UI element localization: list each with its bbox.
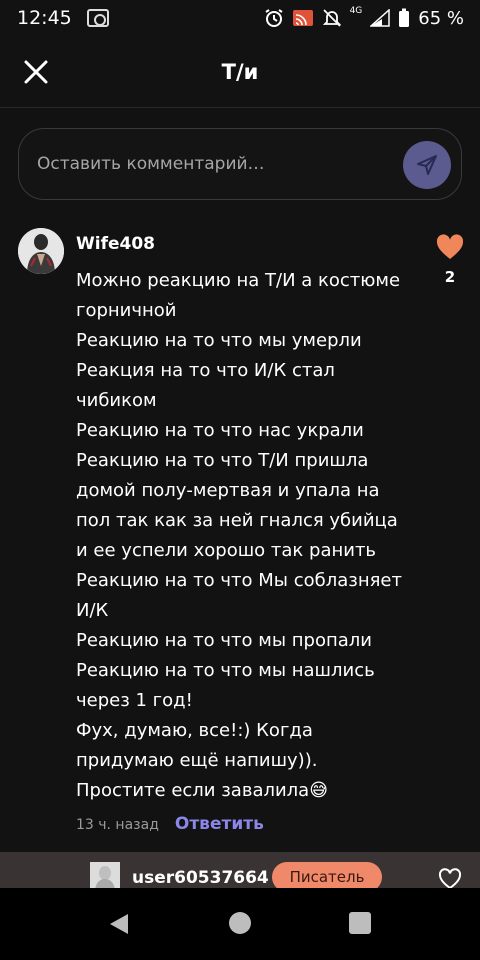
signal-icon (370, 9, 391, 27)
comment-line: Реакцию на то что мы нашлись (76, 660, 375, 681)
author-username[interactable]: user60537664 (132, 868, 269, 888)
battery-level: 65 % (418, 7, 464, 29)
recent-apps-icon[interactable] (349, 912, 371, 934)
comment-line: И/К (76, 600, 109, 621)
comment-line: Реакция на то что И/К стал (76, 360, 335, 381)
send-button[interactable] (403, 141, 451, 189)
like-count: 2 (444, 268, 456, 286)
comment-line: Реакцию на то что Т/И пришла (76, 450, 369, 471)
comments-screen: Оставить комментарий… Wife408 Можно реак… (0, 108, 480, 852)
cast-icon (292, 10, 313, 26)
comment-line: Реакцию на то что Мы соблазняет (76, 570, 402, 591)
user-avatar-icon (18, 228, 64, 274)
comment-line: придумаю ещё напишу)). (76, 750, 318, 771)
like-button[interactable] (436, 234, 464, 260)
comment-line: чибиком (76, 390, 157, 411)
author-bar: user60537664 Писатель (0, 852, 480, 888)
reply-button[interactable]: Ответить (175, 814, 264, 834)
heart-outline-icon[interactable] (438, 868, 462, 888)
comment-text: Можно реакцию на Т/И а костюме горничной Р… (76, 266, 406, 806)
avatar[interactable] (18, 228, 64, 274)
role-badge: Писатель (272, 862, 382, 888)
comment-line: Реакцию на то что мы пропали (76, 630, 372, 651)
screenshot-notification-icon (87, 9, 109, 27)
comment-line: Реакцию на то что мы умерли (76, 330, 362, 351)
comment-line: Простите если завалила😅 (76, 780, 328, 801)
comment-line: Можно реакцию на Т/И а костюме (76, 270, 401, 291)
author-avatar-icon (90, 862, 120, 888)
status-time: 12:45 (17, 7, 72, 29)
comment-line: пол так как за ней гнался убийца (76, 510, 398, 531)
comment-line: через 1 год! (76, 690, 193, 711)
battery-icon (399, 8, 410, 27)
comment-meta: 13 ч. назад Ответить (76, 814, 264, 834)
network-type: 4G (349, 6, 363, 16)
status-bar: 12:45 4G 65 % (0, 0, 480, 36)
top-app-bar: Т/и (0, 36, 480, 108)
back-icon[interactable] (107, 912, 131, 936)
send-icon (417, 155, 437, 175)
home-icon[interactable] (229, 912, 251, 934)
system-navigation-bar (0, 888, 480, 960)
comment-timestamp: 13 ч. назад (76, 817, 159, 833)
page-title: Т/и (221, 60, 259, 84)
author-avatar[interactable] (90, 862, 120, 888)
comment-input[interactable]: Оставить комментарий… (18, 128, 462, 200)
alarm-icon (265, 9, 283, 27)
status-icons: 4G 65 % (264, 6, 464, 30)
comment-line: Реакцию на то что нас украли (76, 420, 364, 441)
mute-icon (322, 9, 341, 27)
comment-username[interactable]: Wife408 (76, 234, 155, 254)
comment-line: и ее успели хорошо так ранить (76, 540, 377, 561)
comment-line: домой полу-мертвая и упала на (76, 480, 380, 501)
comment-line: горничной (76, 300, 177, 321)
comment-line: Фух, думаю, все!:) Когда (76, 720, 313, 741)
comment-input-placeholder: Оставить комментарий… (37, 154, 265, 174)
heart-icon (436, 234, 464, 259)
